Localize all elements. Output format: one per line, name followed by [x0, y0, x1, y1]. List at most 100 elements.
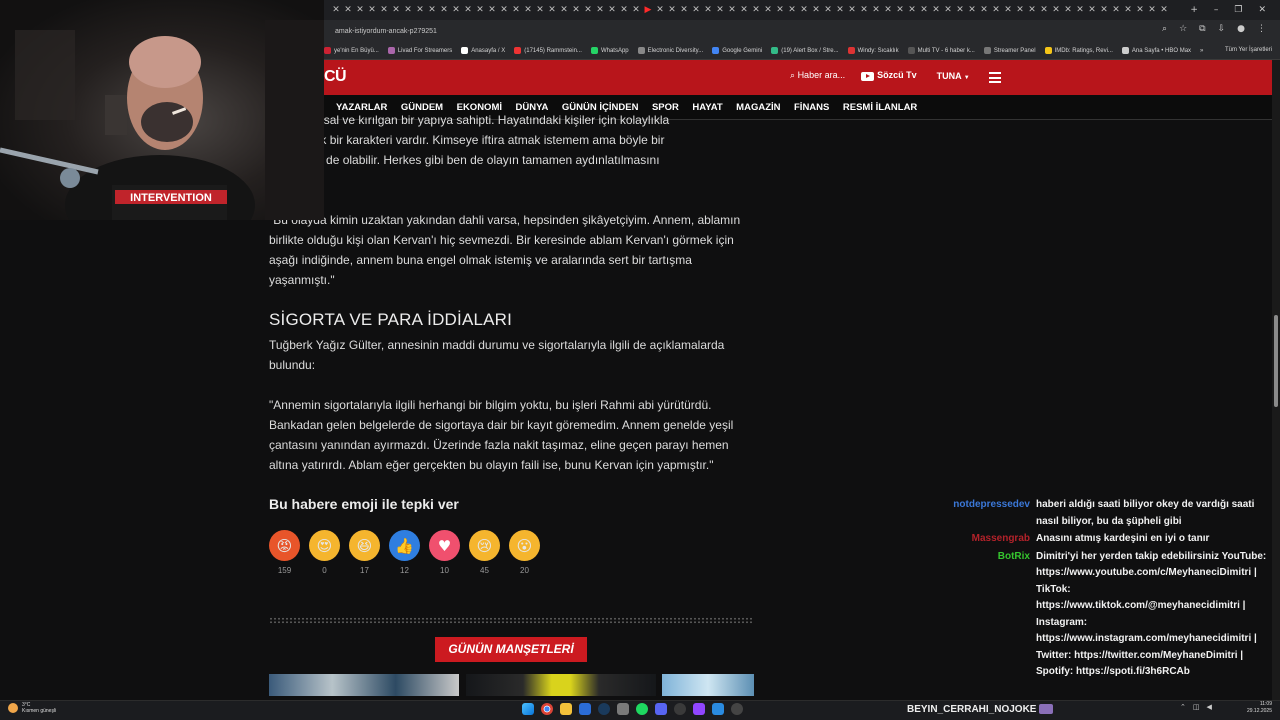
tab-close-icon[interactable]: ✕ — [378, 5, 390, 15]
tab-close-icon[interactable]: ✕ — [1038, 5, 1050, 15]
tab-close-icon[interactable]: ✕ — [870, 5, 882, 15]
bookmark-item[interactable]: WhatsApp — [590, 47, 629, 54]
tab-close-icon[interactable]: ✕ — [330, 5, 342, 15]
tab-close-icon[interactable]: ✕ — [942, 5, 954, 15]
bookmark-item[interactable]: Anasayfa / X — [461, 47, 505, 54]
profile-icon[interactable]: ● — [1237, 24, 1245, 34]
tab-close-icon[interactable]: ✕ — [1062, 5, 1074, 15]
hamburger-menu-icon[interactable] — [989, 72, 1001, 86]
tab-close-icon[interactable]: ✕ — [582, 5, 594, 15]
downloads-icon[interactable]: ⇩ — [1218, 24, 1226, 34]
nav-item[interactable]: FİNANS — [794, 102, 829, 113]
minimize-button[interactable]: – — [1214, 5, 1219, 15]
tab-close-icon[interactable]: ✕ — [978, 5, 990, 15]
tab-close-icon[interactable]: ✕ — [834, 5, 846, 15]
bookmark-item[interactable]: Streamer Panel — [983, 47, 1036, 54]
menu-icon[interactable]: ⋮ — [1257, 24, 1266, 34]
tab-close-icon[interactable]: ✕ — [990, 5, 1002, 15]
chat-username[interactable]: Massengrab — [940, 531, 1036, 548]
tab-close-icon[interactable]: ✕ — [474, 5, 486, 15]
windows-start-icon[interactable] — [522, 703, 534, 715]
tab-close-icon[interactable]: ✕ — [1074, 5, 1086, 15]
bookmark-item[interactable]: Electronic Diversity... — [637, 47, 703, 54]
spotify-icon[interactable] — [636, 703, 648, 715]
tab-close-icon[interactable]: ✕ — [630, 5, 642, 15]
tab-close-icon[interactable]: ✕ — [594, 5, 606, 15]
tab-close-icon[interactable]: ✕ — [534, 5, 546, 15]
reaction-angry[interactable]: 😡 159 — [269, 530, 300, 575]
sozcu-tv-link[interactable]: Sözcü Tv — [861, 70, 917, 81]
tab-close-icon[interactable]: ✕ — [798, 5, 810, 15]
tab-close-icon[interactable]: ✕ — [426, 5, 438, 15]
tab-close-icon[interactable]: ✕ — [810, 5, 822, 15]
tab-close-icon[interactable]: ✕ — [498, 5, 510, 15]
bookmark-item[interactable]: Livad For Streamers — [387, 47, 452, 54]
app-icon[interactable] — [712, 703, 724, 715]
bookmark-item[interactable]: Google Gemini — [712, 47, 762, 54]
tab-close-icon[interactable]: ✕ — [690, 5, 702, 15]
tab-close-icon[interactable]: ✕ — [762, 5, 774, 15]
tab-close-icon[interactable]: ✕ — [654, 5, 666, 15]
tab-close-icon[interactable]: ✕ — [402, 5, 414, 15]
obs-icon[interactable] — [674, 703, 686, 715]
tab-close-icon[interactable]: ✕ — [702, 5, 714, 15]
scrollbar-thumb[interactable] — [1274, 315, 1278, 407]
tab-close-icon[interactable]: ✕ — [1086, 5, 1098, 15]
new-tab-button[interactable]: + — [1190, 5, 1198, 15]
network-icon[interactable]: ◫ — [1193, 703, 1200, 711]
tab-close-icon[interactable]: ✕ — [570, 5, 582, 15]
chrome-icon[interactable] — [541, 703, 553, 715]
tab-close-icon[interactable]: ✕ — [822, 5, 834, 15]
tab-close-icon[interactable]: ✕ — [354, 5, 366, 15]
tab-close-icon[interactable]: ✕ — [726, 5, 738, 15]
tab-close-icon[interactable]: ✕ — [954, 5, 966, 15]
tab-close-icon[interactable]: ✕ — [738, 5, 750, 15]
bookmark-item[interactable]: Windy: Sıcaklık — [847, 47, 899, 54]
extensions-icon[interactable]: ⧉ — [1199, 24, 1205, 34]
tab-close-icon[interactable]: ✕ — [510, 5, 522, 15]
weather-widget[interactable]: 3°C Kısmen güneşli — [8, 702, 56, 714]
headline-thumbnail[interactable] — [466, 674, 656, 696]
tab-close-icon[interactable]: ✕ — [618, 5, 630, 15]
tab-close-icon[interactable]: ✕ — [1110, 5, 1122, 15]
tab-close-icon[interactable]: ✕ — [714, 5, 726, 15]
tab-close-icon[interactable]: ✕ — [666, 5, 678, 15]
tab-close-icon[interactable]: ✕ — [546, 5, 558, 15]
tab-close-icon[interactable]: ✕ — [1158, 5, 1170, 15]
bookmark-item[interactable]: Multi TV - 6 haber k... — [907, 47, 975, 54]
reaction-heart[interactable]: ♥ 10 — [429, 530, 460, 575]
zoom-icon[interactable]: ⌕ — [1162, 24, 1167, 34]
tab-close-icon[interactable]: ✕ — [846, 5, 858, 15]
bookmark-item[interactable]: Ana Sayfa • HBO Max — [1121, 47, 1191, 54]
headline-thumbnail[interactable] — [662, 674, 754, 696]
reaction-sad[interactable]: 😢 45 — [469, 530, 500, 575]
discord-icon[interactable] — [655, 703, 667, 715]
tab-close-icon[interactable]: ✕ — [366, 5, 378, 15]
headline-thumbnail[interactable] — [269, 674, 459, 696]
tab-close-icon[interactable]: ✕ — [342, 5, 354, 15]
tab-close-icon[interactable]: ✕ — [486, 5, 498, 15]
bookmark-item[interactable]: (17145) Rammstein... — [514, 47, 582, 54]
taskbar-clock[interactable]: 11:09 29.12.2025 — [1238, 701, 1272, 715]
chevron-up-icon[interactable]: ⌃ — [1180, 703, 1186, 711]
site-logo[interactable]: CÜ — [324, 68, 347, 86]
bookmark-item[interactable]: ye'nin En Büyü... — [324, 47, 379, 54]
tab-close-icon[interactable]: ✕ — [1098, 5, 1110, 15]
tab-close-icon[interactable]: ✕ — [1014, 5, 1026, 15]
app-icon[interactable] — [617, 703, 629, 715]
chat-username[interactable]: BotRix — [940, 549, 1036, 681]
youtube-tab-icon[interactable]: ▶ — [642, 5, 654, 15]
tab-close-icon[interactable]: ✕ — [414, 5, 426, 15]
reaction-love-eyes[interactable]: 😍 0 — [309, 530, 340, 575]
tab-close-icon[interactable]: ✕ — [1026, 5, 1038, 15]
search-button[interactable]: ⌕ Haber ara... — [790, 70, 845, 81]
bookmarks-more-button[interactable]: » — [1200, 48, 1203, 54]
settings-icon[interactable] — [731, 703, 743, 715]
tab-close-icon[interactable]: ✕ — [906, 5, 918, 15]
steam-icon[interactable] — [598, 703, 610, 715]
bookmark-star-icon[interactable]: ☆ — [1179, 24, 1187, 34]
tab-close-icon[interactable]: ✕ — [882, 5, 894, 15]
bookmark-item[interactable]: (19) Alert Box / Stre... — [771, 47, 839, 54]
tab-close-icon[interactable]: ✕ — [1002, 5, 1014, 15]
bookmark-item[interactable]: IMDb: Ratings, Revi... — [1044, 47, 1113, 54]
